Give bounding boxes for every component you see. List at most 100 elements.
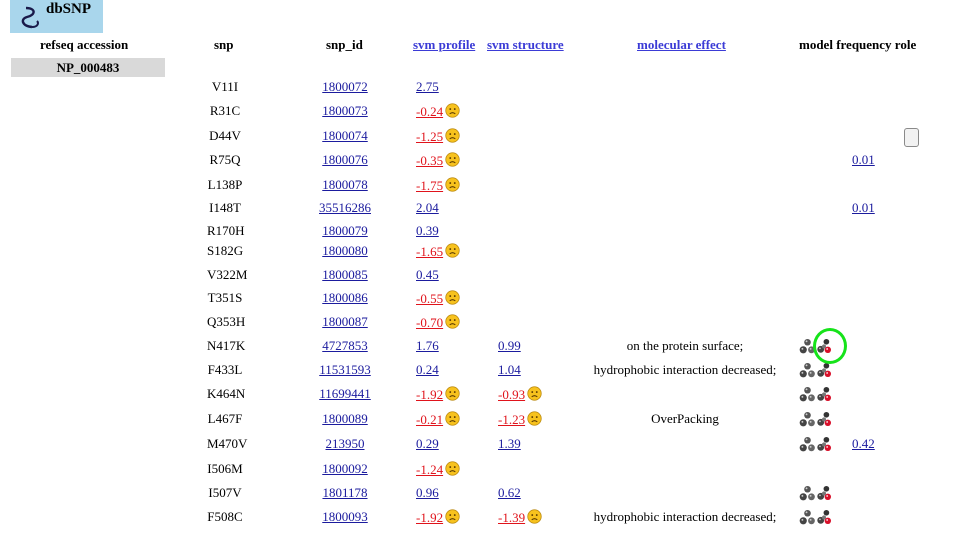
snp-id-link[interactable]: 213950 xyxy=(310,436,380,452)
svm-structure-value[interactable]: 0.99 xyxy=(498,338,521,353)
molecule-model-red-icon[interactable] xyxy=(816,436,833,453)
svm-profile-cell[interactable]: -0.55 xyxy=(416,290,460,307)
model-icons[interactable] xyxy=(799,362,833,380)
svm-profile-value[interactable]: -1.24 xyxy=(416,462,443,477)
model-icons[interactable] xyxy=(799,386,833,404)
svm-profile-cell[interactable]: -1.25 xyxy=(416,128,460,145)
svm-structure-cell[interactable]: -1.23 xyxy=(498,411,542,428)
snp-id-link[interactable]: 1800073 xyxy=(310,103,380,119)
svm-profile-cell[interactable]: 0.45 xyxy=(416,267,439,283)
svm-profile-cell[interactable]: -0.21 xyxy=(416,411,460,428)
molecule-model-red-icon[interactable] xyxy=(816,509,833,526)
snp-id-link[interactable]: 1800092 xyxy=(310,461,380,477)
svm-profile-value[interactable]: -1.75 xyxy=(416,178,443,193)
svm-profile-cell[interactable]: -1.24 xyxy=(416,461,460,478)
table-row: L138P 1800078 -1.75 xyxy=(0,177,960,201)
svm-profile-value[interactable]: -1.25 xyxy=(416,129,443,144)
molecule-model-icon[interactable] xyxy=(799,436,816,453)
snp-id-link[interactable]: 1800076 xyxy=(310,152,380,168)
svm-structure-value[interactable]: -1.23 xyxy=(498,412,525,427)
svm-profile-cell[interactable]: 0.24 xyxy=(416,362,439,378)
table-row: M470V 213950 0.29 1.39 0.42 xyxy=(0,436,960,460)
snp-id-link[interactable]: 1800079 xyxy=(310,223,380,239)
snp-id-link[interactable]: 1800089 xyxy=(310,411,380,427)
svm-profile-cell[interactable]: -1.65 xyxy=(416,243,460,260)
svm-structure-value[interactable]: -1.39 xyxy=(498,510,525,525)
snp-id-link[interactable]: 1800085 xyxy=(310,267,380,283)
snp-id-link[interactable]: 11531593 xyxy=(310,362,380,378)
svm-profile-cell[interactable]: 2.75 xyxy=(416,79,439,95)
svm-profile-cell[interactable]: 0.39 xyxy=(416,223,439,239)
svm-structure-value[interactable]: 0.62 xyxy=(498,485,521,500)
molecule-model-icon[interactable] xyxy=(799,362,816,379)
molecule-model-icon[interactable] xyxy=(799,411,816,428)
svm-profile-cell[interactable]: -1.75 xyxy=(416,177,460,194)
svm-profile-value[interactable]: 0.24 xyxy=(416,362,439,377)
molecule-model-icon[interactable] xyxy=(799,386,816,403)
snp-id-link[interactable]: 4727853 xyxy=(310,338,380,354)
frequency-link[interactable]: 0.42 xyxy=(852,436,875,452)
molecule-model-red-icon[interactable] xyxy=(816,411,833,428)
svm-profile-cell[interactable]: -0.70 xyxy=(416,314,460,331)
header-svm-profile-link[interactable]: svm profile xyxy=(413,37,475,53)
molecule-model-red-icon[interactable] xyxy=(816,362,833,379)
svm-structure-value[interactable]: 1.04 xyxy=(498,362,521,377)
svm-structure-value[interactable]: 1.39 xyxy=(498,436,521,451)
snp-id-link[interactable]: 1800078 xyxy=(310,177,380,193)
svm-profile-value[interactable]: 0.45 xyxy=(416,267,439,282)
model-icons[interactable] xyxy=(799,485,833,503)
snp-cell: K464N xyxy=(207,386,246,401)
model-icons[interactable] xyxy=(799,509,833,527)
frequency-link[interactable]: 0.01 xyxy=(852,152,875,168)
snp-id-link[interactable]: 1800080 xyxy=(310,243,380,259)
svm-profile-value[interactable]: 2.75 xyxy=(416,79,439,94)
svm-profile-cell[interactable]: 0.29 xyxy=(416,436,439,452)
molecule-model-icon[interactable] xyxy=(799,485,816,502)
svm-profile-value[interactable]: 0.96 xyxy=(416,485,439,500)
svm-structure-cell[interactable]: 1.04 xyxy=(498,362,521,378)
header-svm-structure-link[interactable]: svm structure xyxy=(487,37,564,53)
svm-structure-cell[interactable]: 0.99 xyxy=(498,338,521,354)
svm-profile-value[interactable]: -0.55 xyxy=(416,291,443,306)
svm-profile-value[interactable]: 1.76 xyxy=(416,338,439,353)
model-icons[interactable] xyxy=(799,436,833,454)
svm-profile-cell[interactable]: -1.92 xyxy=(416,509,460,526)
svm-profile-value[interactable]: 0.29 xyxy=(416,436,439,451)
svm-profile-value[interactable]: -0.35 xyxy=(416,153,443,168)
dbsnp-logo[interactable]: dbSNP xyxy=(10,0,103,33)
snp-id-link[interactable]: 1800093 xyxy=(310,509,380,525)
svm-structure-cell[interactable]: 0.62 xyxy=(498,485,521,501)
svm-profile-value[interactable]: 2.04 xyxy=(416,200,439,215)
snp-id-link[interactable]: 1800086 xyxy=(310,290,380,306)
svm-profile-value[interactable]: -0.70 xyxy=(416,315,443,330)
svm-profile-value[interactable]: -0.21 xyxy=(416,412,443,427)
model-icons[interactable] xyxy=(799,411,833,429)
svm-profile-cell[interactable]: -1.92 xyxy=(416,386,460,403)
svm-structure-cell[interactable]: -1.39 xyxy=(498,509,542,526)
molecule-model-red-icon[interactable] xyxy=(816,485,833,502)
svm-profile-value[interactable]: 0.39 xyxy=(416,223,439,238)
svm-profile-cell[interactable]: 2.04 xyxy=(416,200,439,216)
snp-id-link[interactable]: 1800087 xyxy=(310,314,380,330)
svm-profile-cell[interactable]: 1.76 xyxy=(416,338,439,354)
snp-id-link[interactable]: 11699441 xyxy=(310,386,380,402)
svm-structure-value[interactable]: -0.93 xyxy=(498,387,525,402)
svm-profile-cell[interactable]: 0.96 xyxy=(416,485,439,501)
svm-profile-value[interactable]: -0.24 xyxy=(416,104,443,119)
header-molecular-effect-link[interactable]: molecular effect xyxy=(637,37,726,53)
snp-id-link[interactable]: 1800072 xyxy=(310,79,380,95)
svm-profile-value[interactable]: -1.92 xyxy=(416,510,443,525)
molecule-model-red-icon[interactable] xyxy=(816,386,833,403)
snp-id-link[interactable]: 1800074 xyxy=(310,128,380,144)
svm-structure-cell[interactable]: 1.39 xyxy=(498,436,521,452)
svm-profile-value[interactable]: -1.65 xyxy=(416,244,443,259)
frequency-link[interactable]: 0.01 xyxy=(852,200,875,216)
molecule-model-icon[interactable] xyxy=(799,509,816,526)
svm-profile-value[interactable]: -1.92 xyxy=(416,387,443,402)
table-row: L467F 1800089 -0.21 -1.23 OverPacking xyxy=(0,411,960,435)
svm-profile-cell[interactable]: -0.24 xyxy=(416,103,460,120)
snp-id-link[interactable]: 1801178 xyxy=(310,485,380,501)
svm-structure-cell[interactable]: -0.93 xyxy=(498,386,542,403)
svm-profile-cell[interactable]: -0.35 xyxy=(416,152,460,169)
snp-id-link[interactable]: 35516286 xyxy=(310,200,380,216)
